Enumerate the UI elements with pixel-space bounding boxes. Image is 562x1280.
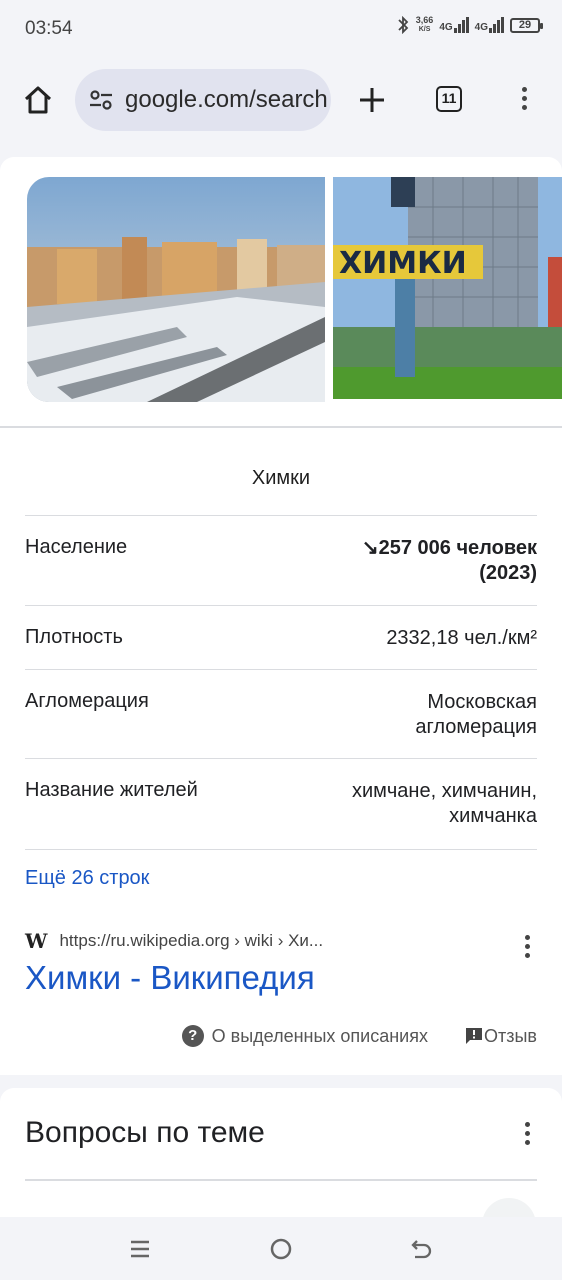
row-residents: Название жителей химчане, химчанин, химча… [25,758,537,850]
source-line[interactable]: W https://ru.wikipedia.org › wiki › Хи..… [25,929,323,953]
home-nav-icon[interactable] [269,1237,293,1261]
source-title-link[interactable]: Химки - Википедия [25,959,315,997]
bluetooth-icon [398,16,409,34]
feedback-bar: ? О выделенных описаниях Отзыв [181,1025,537,1047]
network-speed: 3,66 K/S [415,15,434,34]
new-tab-icon[interactable] [352,80,392,120]
about-link[interactable]: О выделенных описаниях [212,1026,428,1047]
home-icon[interactable] [18,80,58,120]
source-url: https://ru.wikipedia.org › wiki › Хи... [59,931,324,950]
browser-toolbar: google.com/search 11 [0,58,562,144]
row-value: ↘257 006 человек (2023) [361,537,537,584]
system-nav-bar [0,1217,562,1280]
row-agglomeration: Агломерация Московская агломерация [25,669,537,760]
signal-1: 4G [439,17,469,33]
related-menu-icon[interactable] [524,1122,530,1145]
signal-2: 4G [475,17,504,33]
row-value: Московская агломерация [415,691,537,738]
status-icons: 3,66 K/S 4G 4G 29 [396,15,543,34]
battery-icon: 29 [510,17,543,33]
sign-text: ХИМКИ [339,246,467,281]
divider [25,1179,537,1181]
row-population: Население ↘257 006 человек (2023) [25,515,537,606]
menu-icon[interactable] [521,87,527,110]
tab-switcher-button[interactable]: 11 [436,86,462,112]
result-menu-icon[interactable] [524,935,530,958]
row-label: Агломерация [25,690,149,712]
back-icon[interactable] [409,1237,433,1261]
related-questions-title: Вопросы по теме [25,1116,265,1149]
feedback-link[interactable]: Отзыв [484,1026,537,1047]
status-bar: 03:54 3,66 K/S 4G 4G 29 [0,0,562,58]
status-time: 03:54 [25,18,73,39]
address-bar[interactable]: google.com/search [75,69,331,131]
khimki-city-photo[interactable] [27,177,325,402]
row-value: химчане, химчанин, химчанка [351,780,537,827]
khimki-sign-photo[interactable]: ХИМКИ [333,177,562,399]
row-label: Название жителей [25,779,198,801]
knowledge-panel: ХИМКИ Химки Население ↘257 006 человек (2… [0,157,562,1075]
divider [0,426,562,428]
url-text: google.com/search [125,86,328,113]
row-label: Население [25,536,128,558]
related-questions-card: Вопросы по теме [0,1088,562,1228]
row-density: Плотность 2332,18 чел./км² [25,605,537,670]
row-label: Плотность [25,626,123,648]
recent-apps-icon[interactable] [129,1238,151,1260]
more-rows-link[interactable]: Ещё 26 строк [25,867,149,890]
site-settings-icon[interactable] [89,89,113,111]
help-icon[interactable]: ? [181,1025,204,1047]
feedback-icon[interactable] [464,1026,484,1046]
row-value: 2332,18 чел./км² [386,627,537,649]
panel-title: Химки [251,467,311,489]
wikipedia-icon: W [25,929,48,953]
